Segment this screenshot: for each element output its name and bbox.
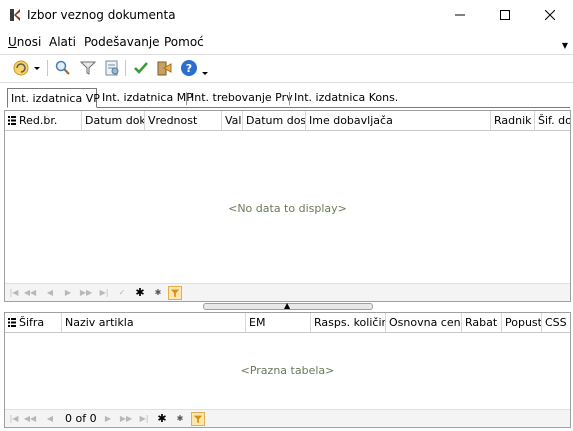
close-icon xyxy=(545,10,555,20)
items-grid-navigator: |◀ ◀◀ ◀ 0 of 0 ▶ ▶▶ ▶| ✱ ✱ xyxy=(5,409,570,427)
help-icon[interactable]: ? xyxy=(180,59,198,77)
next-page-icon[interactable]: ▶▶ xyxy=(79,286,93,300)
app-logo-icon xyxy=(10,9,20,21)
column-header-osnovna-cena[interactable]: Osnovna cena xyxy=(386,313,462,332)
maximize-button[interactable] xyxy=(482,0,528,30)
column-header-css[interactable]: CSS xyxy=(542,313,570,332)
filter-icon[interactable] xyxy=(79,59,97,77)
minimize-icon xyxy=(455,14,465,16)
next-page-icon[interactable]: ▶▶ xyxy=(119,412,133,426)
refresh-dropdown-icon[interactable] xyxy=(32,59,42,77)
svg-text:?: ? xyxy=(186,62,192,75)
column-header-sifra[interactable]: Šifra xyxy=(16,313,62,332)
previous-page-icon[interactable]: ◀◀ xyxy=(23,412,37,426)
tab-int-trebovanje-prv[interactable]: Int. trebovanje Prv xyxy=(188,90,296,107)
record-indicator: 0 of 0 xyxy=(65,412,97,425)
window-title: Izbor veznog dokumenta xyxy=(27,8,176,22)
documents-grid-navigator: |◀ ◀◀ ◀ ▶ ▶▶ ▶| ✓ ✱ ✱ xyxy=(5,283,570,301)
column-header-vrednost[interactable]: Vrednost xyxy=(145,111,222,130)
menu-alati[interactable]: Alati xyxy=(49,35,76,49)
tab-separator xyxy=(289,92,290,105)
insert-record-icon[interactable]: ✱ xyxy=(151,286,165,300)
toolbar-separator xyxy=(47,60,48,76)
items-grid-header: Šifra Naziv artikla EM Rasps. količina O… xyxy=(5,313,570,333)
first-page-icon[interactable]: |◀ xyxy=(7,286,21,300)
tab-int-izdatnica-vp[interactable]: Int. izdatnica VP xyxy=(7,88,100,108)
toolbar: ? xyxy=(0,56,573,81)
column-header-em[interactable]: EM xyxy=(246,313,311,332)
grid-filter-icon[interactable] xyxy=(191,412,205,426)
items-grid: Šifra Naziv artikla EM Rasps. količina O… xyxy=(4,312,571,428)
column-header-radnik[interactable]: Radnik xyxy=(491,111,535,130)
column-header-popust[interactable]: Popust xyxy=(502,313,542,332)
search-icon[interactable] xyxy=(54,59,72,77)
column-header-sif-dob[interactable]: Šif. do xyxy=(535,111,570,130)
menu-podesavanje[interactable]: Podešavanje xyxy=(84,35,160,49)
first-page-icon[interactable]: |◀ xyxy=(7,412,21,426)
confirm-check-icon[interactable] xyxy=(132,59,150,77)
column-chooser-icon[interactable] xyxy=(8,116,16,125)
append-record-icon[interactable]: ✱ xyxy=(155,412,169,426)
column-header-ime-dobavljaca[interactable]: Ime dobavljača xyxy=(306,111,491,130)
title-bar: Izbor veznog dokumenta xyxy=(0,0,573,30)
maximize-icon xyxy=(500,10,510,20)
documents-grid: Red.br. Datum dok. Vrednost Valu Datum d… xyxy=(4,110,571,302)
last-page-icon[interactable]: ▶| xyxy=(137,412,151,426)
menu-divider xyxy=(0,54,573,55)
next-record-icon[interactable]: ▶ xyxy=(61,286,75,300)
close-button[interactable] xyxy=(527,0,573,30)
tab-separator xyxy=(186,92,187,105)
previous-page-icon[interactable]: ◀◀ xyxy=(23,286,37,300)
last-page-icon[interactable]: ▶| xyxy=(97,286,111,300)
refresh-icon[interactable] xyxy=(12,59,30,77)
menu-bar: Unosi Alati Podešavanje Pomoć ▼ xyxy=(0,33,573,53)
menu-pomoc[interactable]: Pomoć xyxy=(164,35,204,49)
append-record-icon[interactable]: ✱ xyxy=(133,286,147,300)
column-header-rasps-kolicina[interactable]: Rasps. količina xyxy=(311,313,386,332)
column-header-datum-dok[interactable]: Datum dok. xyxy=(82,111,145,130)
insert-record-icon[interactable]: ✱ xyxy=(173,412,187,426)
tab-int-izdatnica-kons[interactable]: Int. izdatnica Kons. xyxy=(291,90,401,107)
help-dropdown-icon[interactable] xyxy=(200,59,210,77)
previous-record-icon[interactable]: ◀ xyxy=(43,412,57,426)
empty-table-message: <Prazna tabela> xyxy=(240,364,335,377)
empty-grid-message: <No data to display> xyxy=(228,202,347,215)
exit-icon[interactable] xyxy=(155,59,173,77)
report-icon[interactable] xyxy=(103,59,121,77)
grid-splitter[interactable]: ▲ xyxy=(203,302,373,310)
documents-grid-header: Red.br. Datum dok. Vrednost Valu Datum d… xyxy=(5,111,570,131)
grid-filter-icon[interactable] xyxy=(168,286,182,300)
column-header-red-br[interactable]: Red.br. xyxy=(16,111,82,130)
tab-int-izdatnica-mp[interactable]: Int. izdatnica MP xyxy=(99,90,196,107)
column-chooser-icon[interactable] xyxy=(8,318,16,327)
toolbar-divider xyxy=(0,82,573,83)
column-header-naziv-artikla[interactable]: Naziv artikla xyxy=(62,313,246,332)
column-header-valuta[interactable]: Valu xyxy=(222,111,243,130)
toolbar-separator xyxy=(125,60,126,76)
next-record-icon[interactable]: ▶ xyxy=(101,412,115,426)
splitter-collapse-icon[interactable]: ▲ xyxy=(284,302,290,310)
edit-record-icon[interactable]: ✓ xyxy=(115,286,129,300)
document-tabs: Int. izdatnica VP Int. izdatnica MP Int.… xyxy=(7,88,570,108)
menu-unosi[interactable]: Unosi xyxy=(8,35,41,49)
column-header-datum-dosp[interactable]: Datum dosp xyxy=(243,111,306,130)
column-header-rabat[interactable]: Rabat xyxy=(462,313,502,332)
minimize-button[interactable] xyxy=(437,0,483,30)
previous-record-icon[interactable]: ◀ xyxy=(43,286,57,300)
menu-overflow-icon[interactable]: ▼ xyxy=(562,41,568,50)
